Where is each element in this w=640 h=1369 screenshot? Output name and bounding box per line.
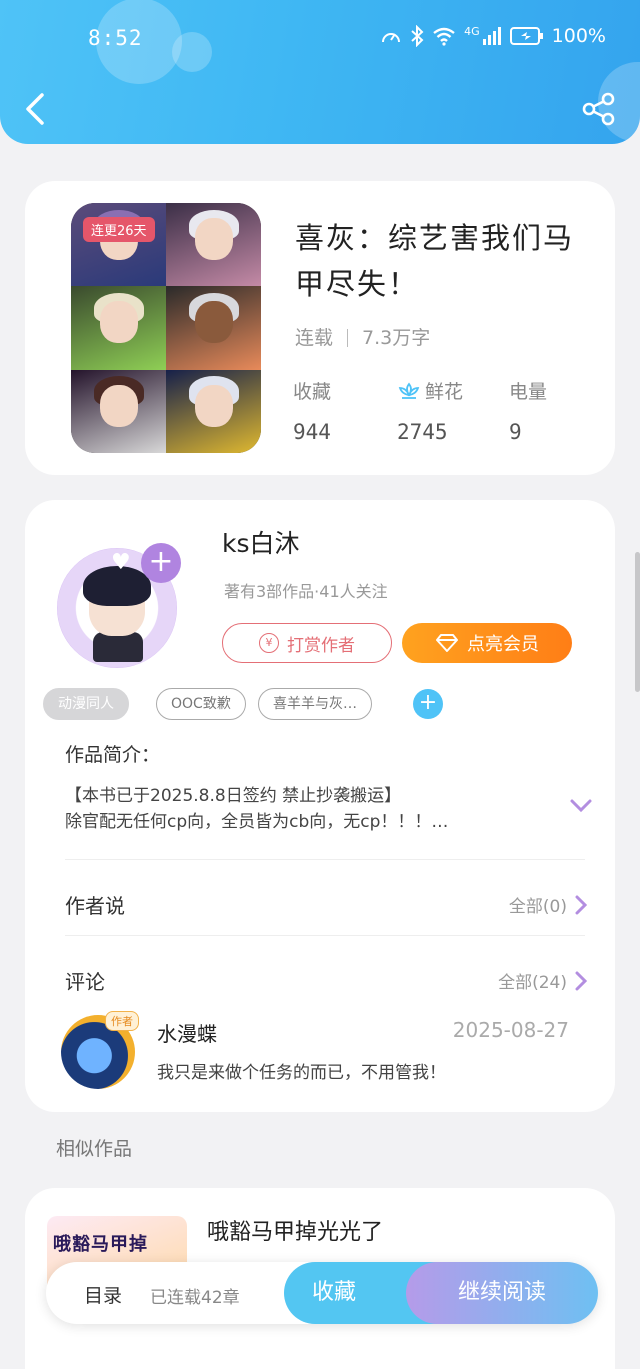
heart-icon: ♥ — [111, 550, 131, 575]
cover-panel — [166, 286, 261, 370]
stat-favorites: 收藏 944 — [293, 377, 331, 444]
wifi-icon — [433, 27, 455, 46]
stat-label: 鲜花 — [425, 381, 464, 403]
bottom-action-bar: 目录 已连载42章 收藏 继续阅读 — [46, 1262, 598, 1324]
meta-divider — [347, 329, 349, 347]
cover-panel — [71, 203, 166, 287]
diamond-icon — [436, 634, 458, 652]
vip-label: 点亮会员 — [467, 634, 539, 655]
similar-work-title[interactable]: 哦豁马甲掉光光了 — [207, 1214, 383, 1246]
author-badge: 作者 — [105, 1011, 139, 1031]
update-streak-badge: 连更26天 — [83, 217, 155, 242]
book-status: 连载 — [295, 327, 334, 349]
share-button[interactable] — [582, 92, 616, 126]
comments-more[interactable]: 全部(24) — [498, 968, 587, 993]
chevron-down-icon — [570, 799, 592, 813]
battery-level: 100% — [551, 25, 606, 47]
tip-author-button[interactable]: ¥ 打赏作者 — [222, 623, 392, 663]
back-button[interactable] — [22, 92, 52, 126]
cover-panel — [166, 369, 261, 453]
comments-title: 评论 — [65, 970, 105, 994]
intro-text[interactable]: 【本书已于2025.8.8日签约 禁止抄袭搬运】 除官配无任何cp向，全员皆为c… — [65, 783, 545, 835]
chapter-count[interactable]: 已连载42章 — [150, 1283, 240, 1308]
tag-chip[interactable]: 喜羊羊与灰… — [258, 688, 372, 720]
intro-line: 【本书已于2025.8.8日签约 禁止抄袭搬运】 — [65, 786, 402, 806]
chevron-left-icon — [26, 93, 44, 125]
follow-plus-button[interactable]: + — [141, 543, 181, 583]
author-summary: 著有3部作品·41人关注 — [224, 582, 388, 601]
continue-reading-button[interactable]: 继续阅读 — [406, 1262, 598, 1324]
expand-intro-button[interactable] — [569, 798, 593, 818]
stat-power: 电量 9 — [509, 377, 547, 444]
author-notes-count: 全部(0) — [508, 897, 567, 917]
similar-title: 相似作品 — [56, 1138, 133, 1160]
author-name[interactable]: ks白沐 — [222, 524, 300, 560]
similar-cover-text: 哦豁马甲掉 — [53, 1234, 148, 1255]
book-cover[interactable]: 连更26天 — [71, 203, 261, 453]
bluetooth-icon — [411, 25, 424, 47]
header: 8:52 4G 100% — [0, 0, 640, 144]
battery-icon — [509, 27, 543, 45]
status-time: 8:52 — [88, 26, 143, 50]
stat-label: 电量 — [509, 381, 548, 403]
comment-text[interactable]: 我只是来做个任务的而已，不用管我！ — [157, 1058, 446, 1083]
status-icons: 4G 100% — [380, 25, 606, 47]
avatar-body — [93, 632, 143, 662]
tag-chip[interactable]: OOC致歉 — [156, 688, 246, 720]
cover-panel — [71, 369, 166, 453]
flower-icon — [398, 382, 420, 399]
book-meta: 连载 7.3万字 — [295, 323, 430, 350]
stat-label: 收藏 — [293, 381, 332, 403]
cover-panel — [71, 286, 166, 370]
book-title: 喜灰：综艺害我们马甲尽失！ — [295, 221, 575, 301]
speedometer-icon — [382, 33, 401, 43]
stat-value: 9 — [509, 420, 522, 444]
intro-line: 除官配无任何cp向，全员皆为cb向，无cp！！！… — [65, 812, 449, 832]
commenter-name[interactable]: 水漫蝶 — [157, 1018, 217, 1047]
stat-value: 944 — [293, 420, 331, 444]
comments-count: 全部(24) — [498, 973, 567, 993]
tip-author-label: 打赏作者 — [287, 635, 355, 656]
scrollbar[interactable] — [635, 552, 640, 692]
author-card: ♥ + ks白沐 著有3部作品·41人关注 ¥ 打赏作者 点亮会员 动漫同人 O… — [25, 500, 615, 1112]
share-icon — [582, 92, 615, 126]
vip-button[interactable]: 点亮会员 — [402, 623, 572, 663]
yen-icon: ¥ — [259, 633, 279, 653]
add-tag-button[interactable]: + — [413, 689, 443, 719]
stat-value: 2745 — [397, 420, 448, 444]
book-info-card: 连更26天 喜灰：综艺害我们马甲尽失！ 连载 7.3万字 收藏 944 鲜花 27… — [25, 181, 615, 475]
word-count: 7.3万字 — [362, 327, 431, 349]
chevron-right-icon — [575, 971, 587, 990]
comment-date: 2025-08-27 — [452, 1018, 569, 1042]
author-notes-more[interactable]: 全部(0) — [509, 892, 587, 917]
toc-button[interactable]: 目录 — [84, 1281, 122, 1308]
author-notes-title: 作者说 — [65, 894, 125, 918]
tag-chip[interactable]: 动漫同人 — [43, 688, 129, 720]
intro-title: 作品简介： — [65, 744, 161, 766]
signal-icon — [482, 27, 501, 45]
network-type: 4G — [464, 24, 480, 38]
cover-panel — [166, 203, 261, 287]
divider — [65, 935, 585, 936]
status-bar: 8:52 4G 100% — [0, 22, 640, 56]
divider — [65, 859, 585, 860]
stat-flowers: 鲜花 2745 — [397, 377, 463, 444]
chevron-right-icon — [575, 895, 587, 914]
